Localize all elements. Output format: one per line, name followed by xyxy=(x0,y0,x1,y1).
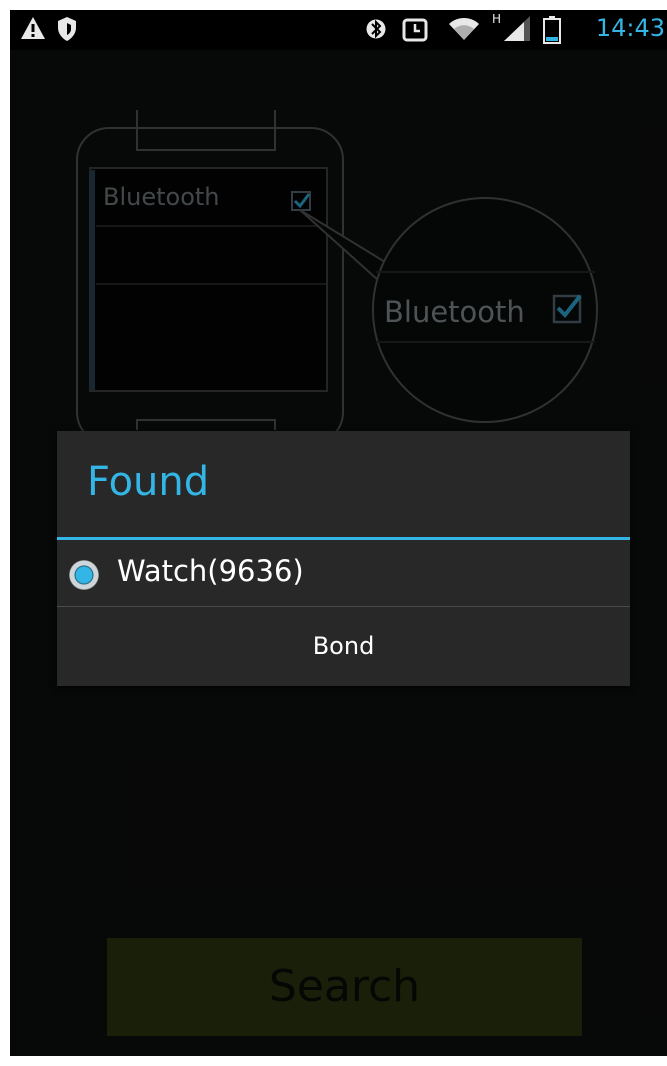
status-bar: H 14:43 xyxy=(10,10,667,50)
warning-icon xyxy=(20,16,46,44)
wifi-icon xyxy=(448,16,480,46)
bond-button[interactable]: Bond xyxy=(57,607,630,686)
alarm-icon xyxy=(402,16,430,48)
phone-screen: H 14:43 Bluetooth Bluetooth Search Found… xyxy=(10,10,667,1056)
found-dialog: Found Watch(9636) Bond xyxy=(57,431,630,686)
svg-text:H: H xyxy=(492,12,501,26)
device-list-item[interactable]: Watch(9636) xyxy=(57,540,630,606)
status-time: 14:43 xyxy=(595,14,665,42)
radio-selected-icon[interactable] xyxy=(69,560,99,590)
shield-icon xyxy=(56,16,78,46)
dialog-title: Found xyxy=(87,459,210,505)
cellular-signal-icon: H xyxy=(492,12,532,46)
battery-icon xyxy=(543,16,561,48)
device-name: Watch(9636) xyxy=(117,554,304,588)
bluetooth-icon xyxy=(366,16,386,46)
